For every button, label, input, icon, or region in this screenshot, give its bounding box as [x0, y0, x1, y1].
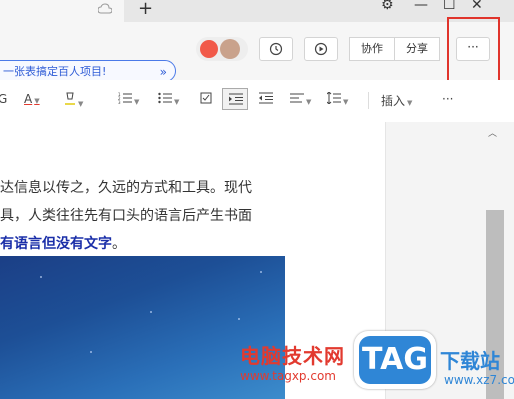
line-spacing-icon: [326, 91, 341, 105]
watermark-download-url: www.xz7.com: [444, 373, 514, 387]
tab-bar: + ⚙ — ☐ ✕: [0, 0, 514, 22]
banner-text: 一张表搞定百人项目!: [3, 65, 107, 78]
format-more-button[interactable]: ···: [442, 92, 453, 106]
new-tab-button[interactable]: +: [138, 0, 153, 19]
history-button[interactable]: [259, 37, 293, 61]
numbered-list-icon: 123: [118, 92, 132, 105]
checkbox-list-button[interactable]: [200, 92, 212, 107]
close-button[interactable]: ✕: [471, 0, 483, 13]
share-button[interactable]: 分享: [394, 37, 440, 61]
play-button[interactable]: [304, 37, 338, 61]
paragraph-line: 达信息以传之，久远的方式和工具。现代: [0, 180, 252, 196]
checkbox-icon: [200, 92, 212, 104]
font-color-label: A: [24, 92, 33, 106]
bold-button[interactable]: G: [0, 92, 7, 106]
history-icon: [269, 42, 283, 56]
line-spacing-button[interactable]: ▼: [326, 91, 348, 107]
bullet-list-icon: [158, 92, 172, 104]
watermark-site-name: 电脑技术网: [240, 344, 345, 368]
top-toolbar: 一张表搞定百人项目! » 协作 分享 ···: [0, 22, 514, 82]
restore-button[interactable]: ☐: [443, 0, 456, 13]
avatar: [220, 39, 240, 59]
bullet-list-button[interactable]: ▼: [158, 92, 179, 107]
play-icon: [314, 42, 328, 56]
font-color-button[interactable]: A ▼: [24, 92, 40, 106]
outdent-icon: [259, 92, 273, 104]
chevron-up-icon[interactable]: ︿: [488, 126, 497, 139]
settings-icon[interactable]: ⚙: [381, 0, 394, 13]
star: [260, 271, 262, 273]
insert-label: 插入: [381, 94, 406, 108]
watermark-download-site: 下载站: [440, 349, 500, 373]
svg-text:3: 3: [118, 100, 121, 104]
watermark-site-url: www.tagxp.com: [240, 369, 336, 383]
avatar: [200, 40, 218, 58]
bold-blue-text: 有语言但没有文字: [0, 236, 112, 252]
tag-logo-text: TAG: [359, 336, 431, 384]
align-button[interactable]: ▼: [290, 92, 311, 107]
format-toolbar: G A ▼ ▼ 1 2 3 ▼ ▼ ▼ ▼ 插入 ▼ ···: [0, 80, 514, 123]
star: [90, 351, 92, 353]
star: [238, 318, 240, 320]
outdent-button[interactable]: [259, 92, 273, 107]
cloud-icon: [98, 3, 112, 14]
paragraph-line: 有语言但没有文字。: [0, 233, 126, 253]
highlighter-icon: [65, 92, 75, 105]
insert-button[interactable]: 插入 ▼: [368, 92, 412, 109]
paragraph-line: 具，人类往往先有口头的语言后产生书面: [0, 208, 252, 224]
collaborator-avatars[interactable]: [196, 37, 248, 61]
star: [40, 276, 42, 278]
tag-logo: TAG: [354, 331, 436, 389]
align-left-icon: [290, 93, 304, 103]
text-end: 。: [112, 236, 126, 252]
indent-icon: [229, 93, 243, 105]
collab-button[interactable]: 协作: [349, 37, 395, 61]
star: [150, 311, 152, 313]
document-tab[interactable]: [0, 0, 124, 22]
indent-button[interactable]: [222, 88, 248, 110]
highlight-color-button[interactable]: ▼: [64, 92, 83, 109]
numbered-list-button[interactable]: 1 2 3 ▼: [118, 92, 139, 107]
promo-banner[interactable]: 一张表搞定百人项目! »: [0, 60, 176, 82]
minimize-button[interactable]: —: [414, 0, 428, 13]
